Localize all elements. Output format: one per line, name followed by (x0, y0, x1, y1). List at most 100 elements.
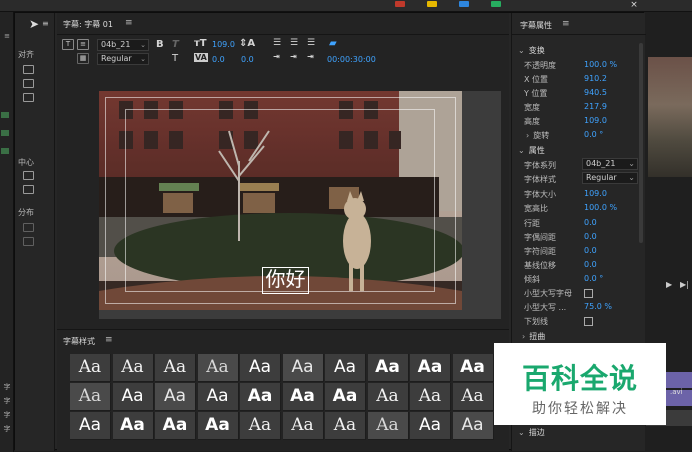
caption-text[interactable]: 你好 (262, 266, 309, 293)
style-swatch[interactable]: Aa (325, 383, 366, 411)
italic-icon[interactable]: T (172, 39, 179, 50)
chevron-down-icon: ⌄ (628, 173, 635, 182)
font-family-dropdown[interactable]: 04b_21 ⌄ (582, 158, 638, 170)
style-swatch[interactable]: Aa (367, 354, 409, 382)
style-swatch[interactable]: Aa (282, 412, 324, 440)
font-family-dropdown[interactable]: 04b_21 ⌄ (97, 39, 149, 51)
style-swatch[interactable]: Aa (410, 383, 451, 411)
transform-group[interactable]: ⌄ 变换 (518, 45, 545, 56)
style-swatch[interactable]: Aa (197, 383, 239, 411)
blue-marker-icon (459, 1, 469, 7)
style-swatch[interactable]: Aa (410, 354, 451, 382)
align-text-right-icon[interactable]: ☰ (307, 38, 315, 48)
font-size-value[interactable]: 109.0 (584, 189, 607, 198)
distribute-icon[interactable] (23, 223, 34, 232)
title-tab[interactable]: 字幕: 字幕 01 (63, 19, 113, 30)
style-swatch[interactable]: Aa (367, 383, 409, 411)
selection-tool-icon[interactable]: ➤ (29, 17, 39, 31)
height-value[interactable]: 109.0 (584, 116, 607, 125)
style-swatch[interactable]: Aa (155, 354, 196, 382)
leading-value[interactable]: 0.0 (584, 218, 597, 227)
y-position-value[interactable]: 940.5 (584, 88, 607, 97)
tracking-value[interactable]: 0.0 (584, 246, 597, 255)
font-size-value[interactable]: 109.0 (212, 40, 235, 49)
distort-group[interactable]: › 扭曲 (522, 331, 545, 342)
slant-value[interactable]: 0.0 ° (584, 274, 603, 283)
attributes-group[interactable]: ⌄ 属性 (518, 145, 545, 156)
small-caps-size-value[interactable]: 75.0 % (584, 302, 612, 311)
roll-crawl-icon[interactable]: ≡ (77, 39, 89, 50)
step-forward-icon[interactable]: ▶| (680, 280, 689, 289)
style-swatch[interactable]: Aa (325, 354, 366, 382)
style-swatch[interactable]: Aa (410, 412, 451, 440)
yellow-marker-icon (427, 1, 437, 7)
align-top-icon[interactable] (23, 79, 34, 88)
chevron-down-icon: ⌄ (518, 428, 525, 437)
kerning-value[interactable]: 0.0 (212, 55, 225, 64)
tab-stops-icon[interactable]: ⇥ (307, 52, 314, 61)
rotation-row[interactable]: › 旋转 (526, 130, 549, 141)
hamburger-icon[interactable]: ≡ (125, 18, 133, 28)
style-swatch[interactable]: Aa (155, 383, 196, 411)
play-icon[interactable]: ▶ (666, 280, 672, 289)
baseline-value[interactable]: 0.0 (584, 260, 597, 269)
style-swatch[interactable]: Aa (112, 412, 154, 440)
close-icon[interactable]: × (627, 0, 641, 11)
chevron-right-icon: › (522, 332, 526, 341)
style-swatch[interactable]: Aa (452, 383, 494, 411)
distribute-icon[interactable] (23, 237, 34, 246)
width-value[interactable]: 217.9 (584, 102, 607, 111)
underline-checkbox[interactable] (584, 317, 593, 326)
style-swatch[interactable]: Aa (240, 412, 281, 440)
tab-stops-icon[interactable]: ⇥ (290, 52, 297, 61)
tab-stops-icon[interactable]: ⇥ (273, 52, 280, 61)
style-swatch[interactable]: Aa (70, 354, 111, 382)
rotation-value[interactable]: 0.0 ° (584, 130, 603, 139)
stroke-group[interactable]: ⌄ 描边 (518, 427, 545, 438)
properties-scrollbar[interactable] (639, 43, 643, 243)
style-swatch[interactable]: Aa (70, 412, 111, 440)
style-swatch[interactable]: Aa (367, 412, 409, 440)
tools-menu-icon[interactable]: ≡ (42, 19, 49, 28)
bold-icon[interactable]: B (156, 39, 164, 50)
align-text-center-icon[interactable]: ☰ (290, 38, 298, 48)
style-swatch[interactable]: Aa (282, 354, 324, 382)
aspect-value[interactable]: 100.0 % (584, 203, 617, 212)
new-title-icon[interactable]: T (62, 39, 74, 50)
center-vertical-icon[interactable] (23, 185, 34, 194)
styles-tab[interactable]: 字幕样式 (63, 336, 95, 347)
style-swatch[interactable]: Aa (112, 383, 154, 411)
hamburger-icon[interactable]: ≡ (105, 335, 113, 345)
style-swatch[interactable]: Aa (325, 412, 366, 440)
show-background-video-icon[interactable]: ▰ (329, 38, 337, 49)
timecode[interactable]: 00:00:30:00 (327, 55, 376, 64)
red-marker-icon (395, 1, 405, 7)
chevron-down-icon: ⌄ (140, 41, 146, 49)
style-swatch[interactable]: Aa (240, 383, 281, 411)
style-swatch[interactable]: Aa (282, 383, 324, 411)
style-swatch[interactable]: Aa (70, 383, 111, 411)
underline-icon[interactable]: T (172, 53, 178, 64)
style-swatch[interactable]: Aa (112, 354, 154, 382)
leading-value[interactable]: 0.0 (241, 55, 254, 64)
style-swatch[interactable]: Aa (452, 354, 494, 382)
distribute-section-label: 分布 (18, 208, 34, 217)
center-horizontal-icon[interactable] (23, 171, 34, 180)
x-position-value[interactable]: 910.2 (584, 74, 607, 83)
hamburger-icon[interactable]: ≡ (562, 19, 570, 29)
kerning-value[interactable]: 0.0 (584, 232, 597, 241)
opacity-value[interactable]: 100.0 % (584, 60, 617, 69)
bg-label: 字 (3, 425, 11, 433)
template-icon[interactable]: ▦ (77, 53, 89, 64)
style-swatch[interactable]: Aa (197, 412, 239, 440)
align-text-left-icon[interactable]: ☰ (273, 38, 281, 48)
align-center-icon[interactable] (23, 93, 34, 102)
align-left-icon[interactable] (23, 65, 34, 74)
small-caps-checkbox[interactable] (584, 289, 593, 298)
style-swatch[interactable]: Aa (452, 412, 494, 440)
style-swatch[interactable]: Aa (240, 354, 281, 382)
style-swatch[interactable]: Aa (155, 412, 196, 440)
font-style-dropdown[interactable]: Regular ⌄ (582, 172, 638, 184)
style-swatch[interactable]: Aa (197, 354, 239, 382)
font-style-dropdown[interactable]: Regular ⌄ (97, 53, 149, 65)
